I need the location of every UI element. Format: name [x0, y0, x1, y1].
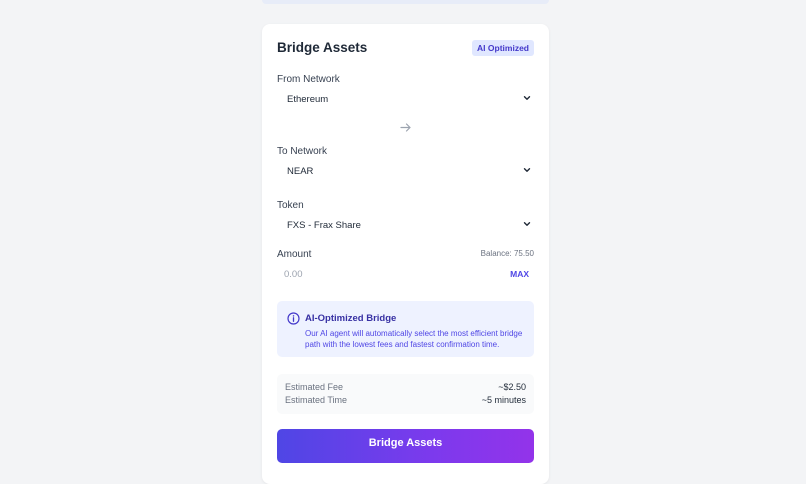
estimated-fee-value: ~$2.50 [498, 382, 526, 392]
info-title: AI-Optimized Bridge [305, 313, 397, 324]
bridge-assets-button[interactable]: Bridge Assets [277, 429, 534, 463]
token-select[interactable]: FXS - Frax Share [277, 214, 534, 238]
from-network-select[interactable]: Ethereum [277, 88, 534, 112]
previous-card-edge [262, 0, 549, 4]
to-network-value: NEAR [287, 166, 314, 177]
estimated-time-row: Estimated Time ~5 minutes [285, 395, 526, 407]
ai-optimized-badge: AI Optimized [472, 40, 534, 56]
info-description: Our AI agent will automatically select t… [305, 329, 523, 349]
from-network-value: Ethereum [287, 94, 329, 105]
estimated-fee-row: Estimated Fee ~$2.50 [285, 382, 526, 394]
from-network-label: From Network [277, 74, 340, 85]
chevron-down-icon [523, 96, 531, 100]
chevron-down-icon [523, 222, 531, 226]
balance-text: Balance: 75.50 [480, 249, 534, 258]
chevron-down-icon [523, 168, 531, 172]
card-title: Bridge Assets [277, 40, 368, 55]
estimated-time-label: Estimated Time [285, 395, 348, 405]
info-circle-icon [287, 312, 300, 325]
ai-info-box: AI-Optimized Bridge Our AI agent will au… [277, 301, 534, 357]
token-label: Token [277, 200, 304, 211]
to-network-label: To Network [277, 146, 328, 157]
amount-input[interactable] [277, 264, 497, 284]
bridge-card: Bridge Assets AI Optimized From Network … [262, 24, 549, 484]
estimated-time-value: ~5 minutes [481, 395, 526, 405]
token-value: FXS - Frax Share [287, 220, 361, 231]
estimated-fee-label: Estimated Fee [285, 382, 344, 392]
max-button[interactable]: MAX [510, 269, 529, 279]
to-network-select[interactable]: NEAR [277, 160, 534, 184]
card-header: Bridge Assets AI Optimized [277, 40, 534, 60]
amount-label: Amount [277, 249, 312, 260]
arrow-right-icon[interactable] [399, 121, 412, 134]
estimates-box: Estimated Fee ~$2.50 Estimated Time ~5 m… [277, 374, 534, 414]
